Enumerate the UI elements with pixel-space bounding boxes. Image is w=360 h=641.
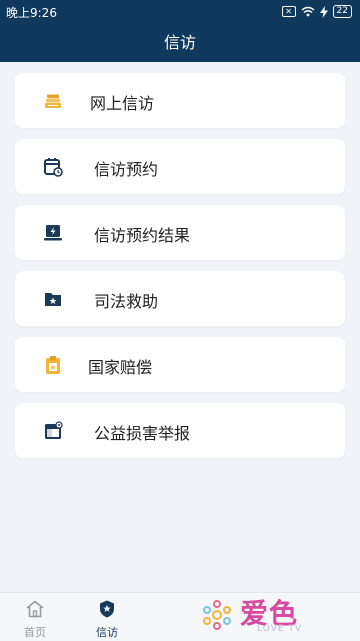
battery-level: 22	[332, 5, 352, 18]
menu-item-online-petition[interactable]: 网上信访	[15, 73, 345, 128]
watermark-subtext: LOVE TV	[257, 624, 302, 634]
home-icon	[26, 600, 44, 618]
calendar-clock-icon	[44, 158, 63, 177]
clipboard-badge-icon	[46, 356, 60, 374]
status-icons: ✕ 22	[281, 5, 352, 18]
menu-item-label: 网上信访	[90, 94, 155, 113]
menu-item-label: 司法救助	[94, 292, 159, 311]
laptop-bolt-icon	[44, 225, 62, 241]
status-bar: 晚上9:26 ✕ 22	[0, 0, 360, 24]
book-stack-icon	[45, 94, 61, 108]
nav-label-home: 首页	[24, 626, 46, 639]
notification-x-icon: ✕	[281, 6, 296, 17]
menu-item-judicial-aid[interactable]: 司法救助	[15, 271, 345, 326]
menu-item-label: 信访预约结果	[94, 226, 191, 245]
menu-item-petition-appointment[interactable]: 信访预约	[15, 139, 345, 194]
nav-tab-petition[interactable]: 信访	[77, 593, 137, 641]
folder-star-icon	[45, 293, 61, 306]
status-time: 晚上9:26	[6, 6, 57, 20]
page-title: 信访	[163, 33, 196, 52]
app-bar: 信访	[0, 24, 360, 62]
shield-star-icon	[100, 600, 114, 618]
charging-bolt-icon	[319, 5, 328, 18]
window-report-icon	[45, 421, 63, 439]
nav-tab-home[interactable]: 首页	[5, 593, 65, 641]
nav-label-petition: 信访	[96, 626, 118, 639]
menu-item-label: 公益损害举报	[94, 424, 191, 443]
watermark: 爱色 LOVE TV	[200, 594, 320, 638]
wifi-icon	[301, 6, 314, 17]
menu-item-public-interest-report[interactable]: 公益损害举报	[15, 403, 345, 458]
flower-logo-icon	[203, 600, 231, 630]
menu-item-appointment-result[interactable]: 信访预约结果	[15, 205, 345, 260]
menu-item-label: 国家赔偿	[88, 358, 153, 377]
menu-item-state-compensation[interactable]: 国家赔偿	[15, 337, 345, 392]
menu-item-label: 信访预约	[94, 160, 159, 179]
